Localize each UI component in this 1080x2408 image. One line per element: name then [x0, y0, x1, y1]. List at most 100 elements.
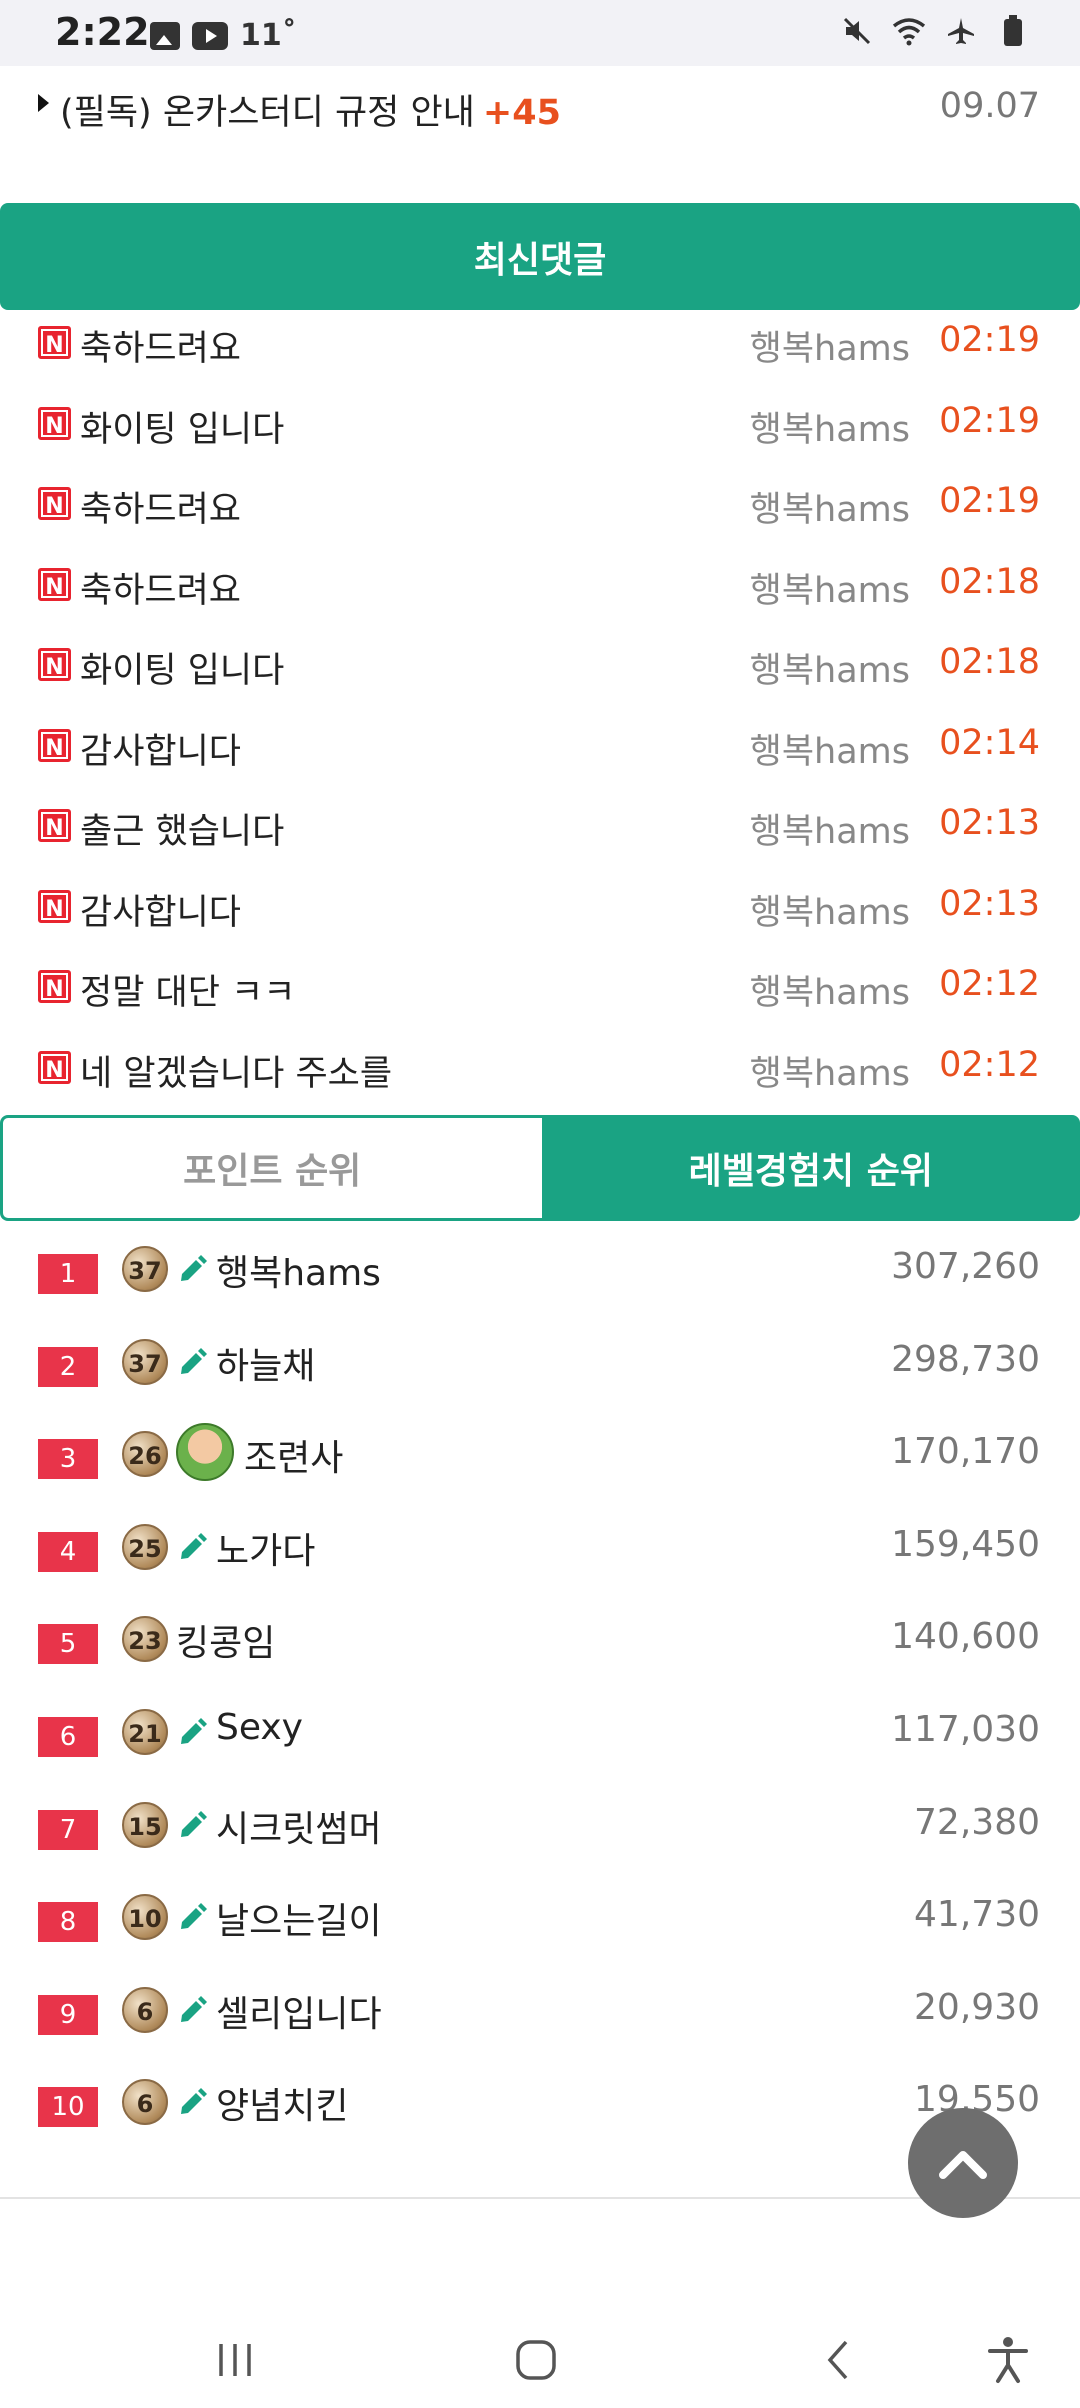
comment-time: 02:18: [939, 642, 1040, 682]
pencil-icon: [176, 1713, 210, 1747]
comment-text[interactable]: 축하드려요: [80, 481, 241, 532]
ranking-row[interactable]: 4 25 노가다 159,450: [0, 1502, 1080, 1595]
system-nav-bar: [0, 2290, 1080, 2408]
comment-author: 행복hams: [749, 651, 910, 691]
ranking-score: 41,730: [914, 1894, 1040, 1936]
comment-row[interactable]: N 네 알겠습니다 주소를 행복hams 02:12: [0, 1035, 1080, 1116]
comment-text[interactable]: 감사합니다: [80, 884, 241, 935]
new-badge-icon: N: [38, 889, 71, 923]
level-badge-icon: 15: [122, 1801, 168, 1848]
ranking-score: 20,930: [914, 1986, 1040, 2028]
ranking-score: 307,260: [891, 1246, 1040, 1287]
recent-apps-icon: [219, 2344, 251, 2376]
back-button[interactable]: [810, 2330, 870, 2390]
comment-row[interactable]: N 정말 대단 ㅋㅋ 행복hams 02:12: [0, 954, 1080, 1035]
rank-number: 9: [38, 1994, 98, 2035]
ranking-row[interactable]: 3 26 조련사 170,170: [0, 1409, 1080, 1502]
ranking-row[interactable]: 9 6 셀리입니다 20,930: [0, 1965, 1080, 2058]
comment-row[interactable]: N 화이팅 입니다 행복hams 02:19: [0, 391, 1080, 472]
pencil-icon: [176, 1806, 210, 1840]
rank-number: 8: [38, 1902, 98, 1943]
home-button[interactable]: [506, 2330, 566, 2390]
new-badge-icon: N: [38, 728, 71, 762]
accessibility-button[interactable]: [978, 2330, 1038, 2390]
rank-number: 3: [38, 1439, 98, 1480]
gallery-icon: [150, 21, 180, 50]
comment-row[interactable]: N 축하드려요 행복hams 02:18: [0, 552, 1080, 633]
ranking-row[interactable]: 5 23 킹콩임 140,600: [0, 1594, 1080, 1687]
ranking-username[interactable]: 조련사: [244, 1429, 343, 1481]
comment-time: 02:12: [939, 1044, 1040, 1085]
comment-text[interactable]: 정말 대단 ㅋㅋ: [80, 964, 295, 1015]
ranking-username[interactable]: 킹콩임: [176, 1614, 275, 1666]
comment-row[interactable]: N 감사합니다 행복hams 02:13: [0, 874, 1080, 955]
comment-text[interactable]: 출근 했습니다: [80, 803, 284, 854]
level-badge-icon: 10: [122, 1894, 168, 1941]
comment-time: 02:13: [939, 803, 1040, 843]
ranking-row[interactable]: 7 15 시크릿썸머 72,380: [0, 1780, 1080, 1873]
ranking-username[interactable]: 날으는길이: [216, 1892, 382, 1944]
pencil-icon: [176, 1343, 210, 1377]
new-badge-icon: N: [38, 567, 71, 601]
level-badge-icon: 21: [122, 1708, 168, 1755]
ranking-username[interactable]: 셀리입니다: [216, 1985, 382, 2037]
comment-author: 행복hams: [749, 973, 910, 1013]
ranking-username[interactable]: 하늘채: [216, 1337, 315, 1389]
comment-row[interactable]: N 축하드려요 행복hams 02:19: [0, 471, 1080, 552]
back-icon: [827, 2340, 848, 2380]
comment-text[interactable]: 축하드려요: [80, 320, 241, 371]
latest-comments-title: 최신댓글: [473, 239, 607, 281]
tab-points-ranking[interactable]: 포인트 순위: [0, 1115, 542, 1221]
accessibility-icon: [988, 2337, 1028, 2383]
comment-row[interactable]: N 출근 했습니다 행복hams 02:13: [0, 793, 1080, 874]
comment-time: 02:19: [939, 320, 1040, 360]
comment-author: 행복hams: [749, 409, 910, 450]
rank-number: 6: [38, 1716, 98, 1757]
new-badge-icon: N: [38, 809, 71, 842]
comment-text[interactable]: 네 알겠습니다 주소를: [80, 1045, 392, 1096]
ranking-row[interactable]: 1 37 행복hams 307,260: [0, 1224, 1080, 1317]
comment-time: 02:18: [939, 561, 1040, 602]
pencil-icon: [176, 1250, 210, 1284]
ranking-row[interactable]: 8 10 날으는길이 41,730: [0, 1872, 1080, 1965]
comment-text[interactable]: 감사합니다: [80, 723, 241, 774]
ranking-username[interactable]: 행복hams: [216, 1244, 381, 1296]
new-badge-icon: N: [38, 1050, 71, 1084]
status-left-icons: 11˚: [150, 18, 297, 53]
ranking-score: 159,450: [891, 1523, 1040, 1565]
comment-text[interactable]: 축하드려요: [80, 562, 241, 613]
ranking-row[interactable]: 2 37 하늘채 298,730: [0, 1317, 1080, 1410]
new-badge-icon: N: [38, 406, 71, 440]
status-right-icons: [840, 14, 1030, 48]
latest-comments-header: 최신댓글: [0, 203, 1080, 310]
notice-comment-count: +45: [482, 93, 561, 133]
rank-number: 4: [38, 1531, 98, 1572]
ranking-tabs: 포인트 순위 레벨경험치 순위: [0, 1115, 1080, 1221]
comment-row[interactable]: N 축하드려요 행복hams 02:19: [0, 310, 1080, 391]
notice-item[interactable]: (필독) 온카스터디 규정 안내 +45 09.07: [0, 66, 1080, 146]
comment-time: 02:12: [939, 964, 1040, 1004]
comment-row[interactable]: N 감사합니다 행복hams 02:14: [0, 713, 1080, 794]
rank-number: 1: [38, 1254, 98, 1294]
comment-time: 02:13: [939, 883, 1040, 924]
new-badge-icon: N: [38, 326, 71, 359]
tab-level-ranking[interactable]: 레벨경험치 순위: [541, 1115, 1080, 1221]
ranking-row[interactable]: 6 21 Sexy 117,030: [0, 1687, 1080, 1780]
notice-title: (필독) 온카스터디 규정 안내: [60, 93, 475, 133]
comment-text[interactable]: 화이팅 입니다: [80, 642, 284, 693]
ranking-username[interactable]: 시크릿썸머: [216, 1800, 382, 1852]
scroll-top-button[interactable]: [908, 2108, 1018, 2218]
comment-author: 행복hams: [749, 731, 910, 772]
new-badge-icon: N: [38, 487, 71, 520]
comment-text[interactable]: 화이팅 입니다: [80, 401, 284, 452]
new-badge-icon: N: [38, 648, 71, 681]
recent-apps-button[interactable]: [205, 2330, 265, 2390]
ranking-username[interactable]: Sexy: [216, 1707, 303, 1748]
comment-row[interactable]: N 화이팅 입니다 행복hams 02:18: [0, 632, 1080, 713]
comment-time: 02:14: [939, 722, 1040, 763]
ranking-username[interactable]: 노가다: [216, 1522, 315, 1574]
new-badge-icon: N: [38, 970, 71, 1003]
comment-author: 행복hams: [749, 812, 910, 852]
ranking-username[interactable]: 양념치킨: [216, 2077, 348, 2129]
caret-right-icon: [38, 94, 49, 112]
